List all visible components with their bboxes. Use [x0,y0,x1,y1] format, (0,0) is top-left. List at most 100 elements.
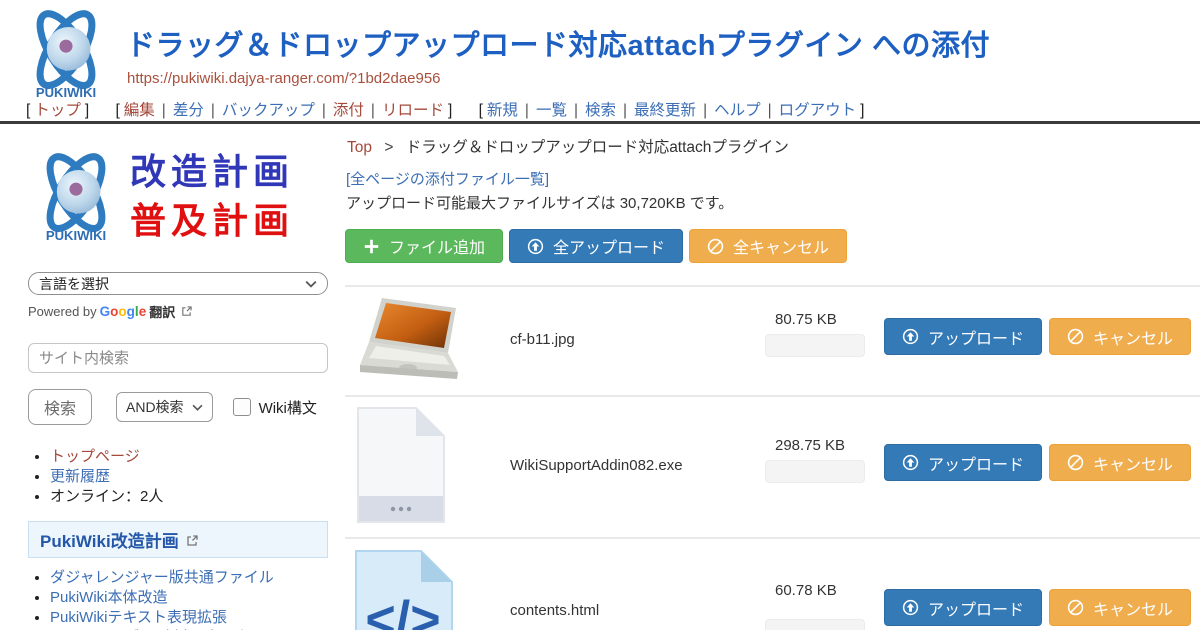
external-link-icon [181,306,192,317]
bracket: ] [85,102,89,119]
list-item: ダジャレンジャー版共通ファイル [50,568,328,588]
translate-link[interactable]: 翻訳 [149,302,175,321]
upload-circle-icon [527,238,544,255]
nav-item-recent[interactable]: 最終更新 [634,102,696,119]
sidebar-online-count: オンライン：2人 [50,488,163,505]
nav-item-list[interactable]: 一覧 [536,102,567,119]
file-row: </> contents.html 60.78 KB アップロード キャンセル [345,537,1200,630]
upload-progress-bar [765,619,865,630]
ban-circle-icon [707,238,724,255]
list-item: 更新履歴 [50,467,328,487]
sidebar-logo-banner[interactable]: PUKIWIKI 改造計画 普及計画 [28,138,328,256]
sidebar-project-title[interactable]: PukiWiki改造計画 [40,532,179,551]
cancel-all-label: 全キャンセル [733,234,829,258]
sidebar-logo-line2: 普及計画 [130,197,294,246]
nav-group-site: [新規|一覧|検索|最終更新|ヘルプ|ログアウト] [475,102,869,119]
chevron-down-icon [305,280,317,288]
upload-button[interactable]: アップロード [884,444,1042,481]
ban-circle-icon [1067,328,1084,345]
breadcrumb-separator: > [384,139,393,156]
pipe: | [768,102,772,119]
language-select-value: 言語を選択 [39,274,109,294]
pipe: | [574,102,578,119]
all-attachments-link[interactable]: [全ページの添付ファイル一覧] [346,168,549,189]
sidebar-item-toppage[interactable]: トップページ [50,448,140,465]
nav-item-backup[interactable]: バックアップ [222,102,315,119]
bracket: [ [115,102,119,119]
nav-item-help[interactable]: ヘルプ [714,102,761,119]
nav-item-logout[interactable]: ログアウト [779,102,857,119]
bracket: [ [26,102,30,119]
upload-label: アップロード [928,451,1024,475]
nav-item-diff[interactable]: 差分 [173,102,204,119]
wiki-syntax-checkbox[interactable] [233,398,251,416]
breadcrumb-home-link[interactable]: Top [347,139,372,156]
bracket: [ [479,102,483,119]
file-size: 298.75 KB [775,437,845,454]
nav-item-new[interactable]: 新規 [487,102,518,119]
cancel-button[interactable]: キャンセル [1049,444,1191,481]
pukiwiki-logo[interactable]: PUKIWIKI [18,6,114,102]
file-name: contents.html [510,602,599,619]
upload-progress-bar [765,334,865,357]
sidebar-logo-brand-text: PUKIWIKI [46,228,106,243]
cancel-label: キャンセル [1093,451,1173,475]
bracket: ] [448,102,452,119]
sidebar-plugin-links: ダジャレンジャー版共通ファイル PukiWiki本体改造 PukiWikiテキス… [28,568,328,630]
upload-all-button[interactable]: 全アップロード [509,229,683,263]
upload-button[interactable]: アップロード [884,589,1042,626]
file-name: WikiSupportAddin082.exe [510,457,683,474]
sidebar-item-common-files[interactable]: ダジャレンジャー版共通ファイル [50,569,274,586]
page-url-link[interactable]: https://pukiwiki.dajya-ranger.com/?1bd2d… [127,70,441,87]
list-item: トップページ [50,447,328,467]
pipe: | [162,102,166,119]
ban-circle-icon [1067,454,1084,471]
nav-item-reload[interactable]: リロード [382,102,444,119]
breadcrumb: Top > ドラッグ＆ドロップアップロード対応attachプラグイン [347,135,789,157]
generic-file-icon [352,406,450,524]
external-link-icon [186,535,198,547]
top-navigation: [トップ] [編集|差分|バックアップ|添付|リロード] [新規|一覧|検索|最… [22,98,882,120]
cancel-all-button[interactable]: 全キャンセル [689,229,847,263]
pipe: | [703,102,707,119]
html-code-file-icon: </> [352,549,455,630]
search-mode-select[interactable]: AND検索 [116,392,213,422]
nav-divider [0,121,1200,124]
sidebar-item-history[interactable]: 更新履歴 [50,468,110,485]
sidebar-item-text-ext[interactable]: PukiWikiテキスト表現拡張 [50,609,227,626]
file-name: cf-b11.jpg [510,331,575,348]
nav-group-page: [編集|差分|バックアップ|添付|リロード] [111,102,456,119]
upload-all-label: 全アップロード [553,234,665,258]
laptop-photo-thumbnail [352,295,464,385]
upload-toolbar: ファイル追加 全アップロード 全キャンセル [345,229,847,263]
site-search-input[interactable] [28,343,328,373]
pipe: | [322,102,326,119]
upload-circle-icon [902,328,919,345]
svg-text:</>: </> [365,591,440,630]
upload-label: アップロード [928,596,1024,620]
google-translate-attribution: Powered by Google 翻訳 [28,302,328,321]
search-button[interactable]: 検索 [28,389,92,425]
language-select[interactable]: 言語を選択 [28,272,328,295]
powered-by-text: Powered by [28,304,97,319]
upload-button[interactable]: アップロード [884,318,1042,355]
cancel-button[interactable]: キャンセル [1049,589,1191,626]
nav-item-attach[interactable]: 添付 [333,102,364,119]
pipe: | [525,102,529,119]
upload-label: アップロード [928,325,1024,349]
pukiwiki-atom-icon: PUKIWIKI [28,149,124,245]
add-files-button[interactable]: ファイル追加 [345,229,503,263]
cancel-button[interactable]: キャンセル [1049,318,1191,355]
search-controls: 検索 AND検索 Wiki構文 [28,389,328,425]
sidebar-item-core-mod[interactable]: PukiWiki本体改造 [50,589,168,606]
nav-item-edit[interactable]: 編集 [124,102,155,119]
file-size: 60.78 KB [775,582,837,599]
cancel-label: キャンセル [1093,325,1173,349]
upload-circle-icon [902,599,919,616]
nav-item-top[interactable]: トップ [34,102,81,119]
sidebar-project-box[interactable]: PukiWiki改造計画 [28,521,328,558]
sidebar-quick-links: トップページ 更新履歴 オンライン：2人 [28,447,328,507]
pukiwiki-attach-page: PUKIWIKI ドラッグ＆ドロップアップロード対応attachプラグイン への… [0,0,1200,630]
cancel-label: キャンセル [1093,596,1173,620]
nav-item-search[interactable]: 検索 [585,102,616,119]
